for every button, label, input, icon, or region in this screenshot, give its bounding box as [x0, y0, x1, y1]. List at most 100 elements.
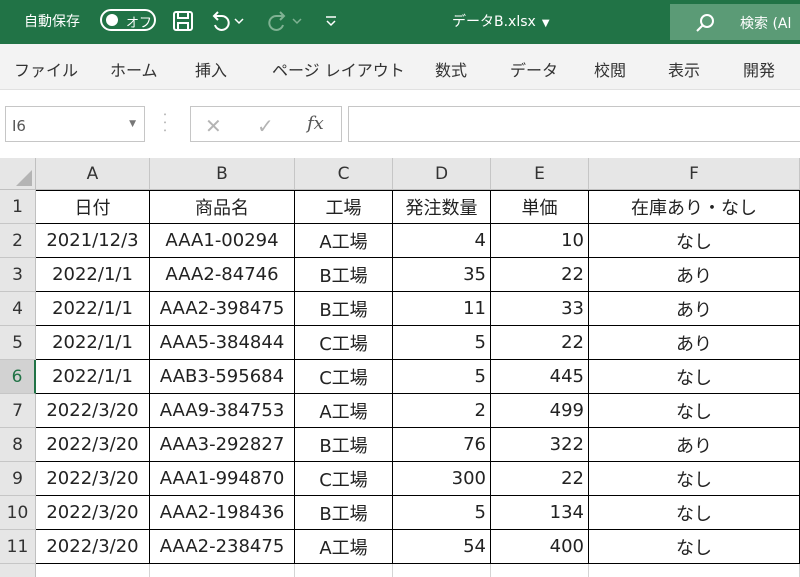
caret-down-icon[interactable]: ▼	[129, 119, 136, 129]
table-cell[interactable]: なし	[589, 360, 800, 394]
table-cell[interactable]: あり	[589, 326, 800, 360]
table-cell[interactable]: B工場	[295, 428, 393, 462]
undo-icon[interactable]	[208, 6, 234, 36]
row-header-5[interactable]: 5	[0, 326, 36, 360]
table-cell[interactable]: B工場	[295, 258, 393, 292]
column-header-b[interactable]: B	[150, 158, 295, 190]
header-cell[interactable]: 単価	[491, 190, 589, 224]
header-cell[interactable]: 発注数量	[393, 190, 491, 224]
cancel-icon[interactable]: ✕	[205, 114, 222, 138]
table-cell[interactable]: 2022/3/20	[36, 462, 150, 496]
tab-review[interactable]: 校閲	[594, 57, 626, 81]
table-cell[interactable]	[36, 564, 150, 577]
table-cell[interactable]	[491, 564, 589, 577]
table-cell[interactable]: 499	[491, 394, 589, 428]
table-cell[interactable]: AAA2-84746	[150, 258, 295, 292]
row-header-1[interactable]: 1	[0, 190, 36, 224]
column-header-f[interactable]: F	[589, 158, 800, 190]
row-header-10[interactable]: 10	[0, 496, 36, 530]
tab-page-layout[interactable]: ページ レイアウト	[272, 57, 405, 81]
table-cell[interactable]: 2022/3/20	[36, 530, 150, 564]
table-cell[interactable]: 11	[393, 292, 491, 326]
table-cell[interactable]: 2022/1/1	[36, 360, 150, 394]
table-cell[interactable]: あり	[589, 258, 800, 292]
file-title[interactable]: データB.xlsx ▼	[452, 11, 550, 31]
row-header-7[interactable]: 7	[0, 394, 36, 428]
tab-view[interactable]: 表示	[668, 57, 700, 81]
table-cell[interactable]: 300	[393, 462, 491, 496]
table-cell[interactable]: 2022/3/20	[36, 428, 150, 462]
column-header-e[interactable]: E	[491, 158, 589, 190]
customize-toolbar-icon[interactable]	[318, 6, 344, 36]
header-cell[interactable]: 在庫あり・なし	[589, 190, 800, 224]
table-cell[interactable]: なし	[589, 496, 800, 530]
table-cell[interactable]: AAA2-198436	[150, 496, 295, 530]
table-cell[interactable]: B工場	[295, 292, 393, 326]
table-cell[interactable]: A工場	[295, 530, 393, 564]
table-cell[interactable]: 2022/1/1	[36, 326, 150, 360]
table-cell[interactable]: 54	[393, 530, 491, 564]
table-cell[interactable]: 445	[491, 360, 589, 394]
table-cell[interactable]: 22	[491, 258, 589, 292]
row-header-6[interactable]: 6	[0, 360, 36, 394]
autosave-toggle[interactable]: オフ	[100, 9, 156, 31]
table-cell[interactable]: 22	[491, 462, 589, 496]
select-all-button[interactable]	[0, 158, 36, 190]
table-cell[interactable]: A工場	[295, 224, 393, 258]
column-header-c[interactable]: C	[295, 158, 393, 190]
table-cell[interactable]: 2022/3/20	[36, 394, 150, 428]
table-cell[interactable]: C工場	[295, 462, 393, 496]
table-cell[interactable]: 2021/12/3	[36, 224, 150, 258]
table-cell[interactable]: なし	[589, 530, 800, 564]
table-cell[interactable]: 22	[491, 326, 589, 360]
table-cell[interactable]: 33	[491, 292, 589, 326]
table-cell[interactable]: C工場	[295, 360, 393, 394]
tab-formulas[interactable]: 数式	[435, 57, 467, 81]
table-cell[interactable]: なし	[589, 394, 800, 428]
table-cell[interactable]: AAA9-384753	[150, 394, 295, 428]
formula-input[interactable]	[348, 106, 800, 142]
table-cell[interactable]: 134	[491, 496, 589, 530]
table-cell[interactable]: B工場	[295, 496, 393, 530]
table-cell[interactable]: なし	[589, 462, 800, 496]
enter-icon[interactable]: ✓	[257, 114, 274, 138]
table-cell[interactable]: AAB3-595684	[150, 360, 295, 394]
table-cell[interactable]	[393, 564, 491, 577]
tab-developer[interactable]: 開発	[743, 57, 775, 81]
row-header-next[interactable]	[0, 564, 36, 577]
insert-function-icon[interactable]: fx	[307, 113, 324, 134]
table-cell[interactable]: 2022/3/20	[36, 496, 150, 530]
table-cell[interactable]: C工場	[295, 326, 393, 360]
column-header-d[interactable]: D	[393, 158, 491, 190]
resize-handle-icon[interactable]: ⋅ ⋅ ⋅	[162, 109, 168, 138]
table-cell[interactable]: 322	[491, 428, 589, 462]
table-cell[interactable]: AAA2-398475	[150, 292, 295, 326]
table-cell[interactable]: AAA1-994870	[150, 462, 295, 496]
table-cell[interactable]: 400	[491, 530, 589, 564]
table-cell[interactable]	[150, 564, 295, 577]
tab-insert[interactable]: 挿入	[195, 57, 227, 81]
table-cell[interactable]	[589, 564, 800, 577]
table-cell[interactable]: 10	[491, 224, 589, 258]
table-cell[interactable]: 2	[393, 394, 491, 428]
undo-dropdown-icon[interactable]	[232, 6, 246, 36]
header-cell[interactable]: 工場	[295, 190, 393, 224]
table-cell[interactable]: AAA1-00294	[150, 224, 295, 258]
table-cell[interactable]: あり	[589, 292, 800, 326]
table-cell[interactable]: あり	[589, 428, 800, 462]
table-cell[interactable]: 5	[393, 326, 491, 360]
search-box[interactable]: 検索 (Al	[670, 4, 800, 40]
table-cell[interactable]	[295, 564, 393, 577]
tab-home[interactable]: ホーム	[110, 57, 158, 81]
table-cell[interactable]: AAA5-384844	[150, 326, 295, 360]
row-header-9[interactable]: 9	[0, 462, 36, 496]
redo-icon[interactable]	[264, 6, 290, 36]
name-box[interactable]: I6 ▼	[5, 106, 145, 142]
table-cell[interactable]: A工場	[295, 394, 393, 428]
row-header-11[interactable]: 11	[0, 530, 36, 564]
tab-data[interactable]: データ	[510, 57, 558, 81]
table-cell[interactable]: 5	[393, 360, 491, 394]
table-cell[interactable]: AAA2-238475	[150, 530, 295, 564]
table-cell[interactable]: なし	[589, 224, 800, 258]
row-header-2[interactable]: 2	[0, 224, 36, 258]
